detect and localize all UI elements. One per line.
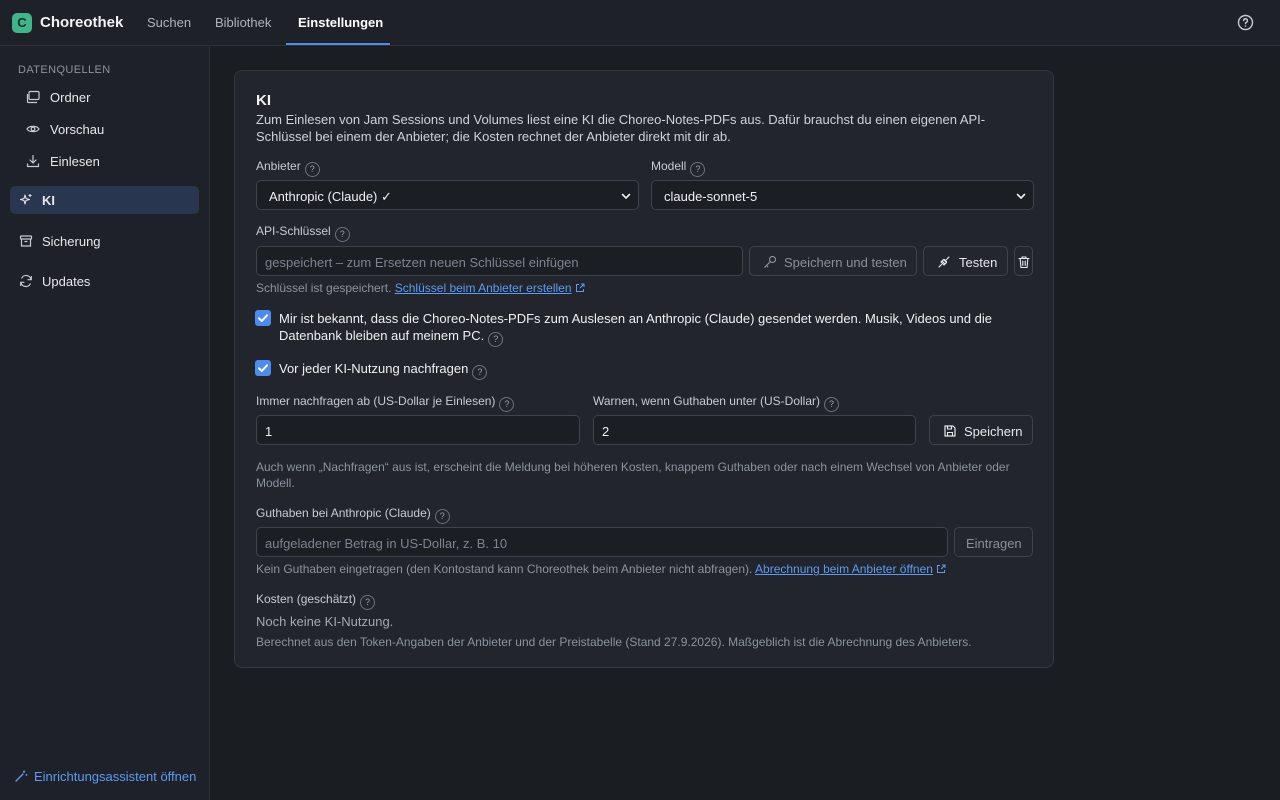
sidebar-section-label: DATENQUELLEN [18,64,111,76]
costs-hint: Berechnet aus den Token-Angaben der Anbi… [256,635,972,649]
sidebar-item-label: KI [42,193,55,208]
balance-hint: Kein Guthaben eingetragen (den Kontostan… [256,561,946,577]
sidebar-item-label: Einlesen [50,154,100,169]
download-icon [26,154,40,168]
ask-threshold-label: Immer nachfragen ab (US-Dollar je Einles… [256,394,515,412]
sidebar-item-label: Sicherung [42,234,101,249]
sidebar-item-einlesen[interactable]: Einlesen [10,147,199,175]
model-select[interactable]: claude-sonnet-5 [651,180,1034,210]
warn-threshold-help-icon[interactable]: ? [824,397,839,412]
save-and-test-button[interactable]: Speichern und testen [749,246,917,276]
provider-help-icon[interactable]: ? [304,162,320,177]
delete-key-button[interactable] [1014,246,1033,276]
threshold-hint: Auch wenn „Nachfragen“ aus ist, erschein… [256,460,1010,490]
model-label: Modell? [651,159,706,177]
balance-help-icon[interactable]: ? [434,509,450,524]
test-label: Testen [959,255,998,270]
sidebar-item-ordner[interactable]: Ordner [10,83,199,111]
provider-select[interactable]: Anthropic (Claude) ✓ [256,180,639,210]
sidebar-item-label: Updates [42,274,91,289]
top-bar: C Choreothek Suchen Bibliothek Einstellu… [0,0,1280,46]
sidebar-item-vorschau[interactable]: Vorschau [10,115,199,143]
archive-icon [19,234,33,248]
warn-threshold-input[interactable]: 2 [593,415,916,445]
sparkles-icon [19,193,33,207]
tab-suchen[interactable]: Suchen [147,15,191,30]
test-button[interactable]: Testen [923,246,1008,276]
api-key-help-icon[interactable]: ? [334,227,350,242]
balance-input[interactable]: aufgeladener Betrag in US-Dollar, z. B. … [256,527,948,557]
model-value: claude-sonnet-5 [664,189,758,204]
enter-balance-button[interactable]: Eintragen [954,527,1033,557]
ask-before-checkbox[interactable] [255,360,271,376]
sidebar-item-sicherung[interactable]: Sicherung [10,227,199,255]
app-logo-icon: C [12,13,32,33]
api-key-input[interactable]: gespeichert – zum Ersetzen neuen Schlüss… [256,246,743,276]
trash-icon [1017,255,1031,269]
tab-einstellungen[interactable]: Einstellungen [298,15,383,30]
provider-value: Anthropic (Claude) ✓ [269,189,392,204]
section-description: Zum Einlesen von Jam Sessions und Volume… [256,112,986,144]
balance-placeholder: aufgeladener Betrag in US-Dollar, z. B. … [265,536,508,551]
sidebar-item-ki[interactable]: KI [10,186,199,214]
consent-help-icon[interactable]: ? [488,332,504,347]
sidebar-item-label: Vorschau [50,122,105,137]
ki-settings-card: KI Zum Einlesen von Jam Sessions und Vol… [234,70,1054,668]
key-icon [763,255,777,269]
model-help-icon[interactable]: ? [690,162,706,177]
section-title: KI [256,92,271,109]
balance-label: Guthaben bei Anthropic (Claude)? [256,506,450,524]
sidebar-item-updates[interactable]: Updates [10,267,199,295]
ask-threshold-input[interactable]: 1 [256,415,580,445]
tab-bibliothek[interactable]: Bibliothek [215,15,271,30]
warn-threshold-value: 2 [602,424,610,439]
check-icon [258,314,268,322]
refresh-icon [19,274,33,288]
eye-icon [26,122,40,136]
setup-wizard-label: Einrichtungsassistent öffnen [34,769,197,784]
external-link-icon [936,564,946,574]
costs-value: Noch keine KI-Nutzung. [256,614,394,629]
sidebar-item-label: Ordner [50,90,91,105]
chevron-down-icon [1015,190,1027,202]
ask-before-help-icon[interactable]: ? [472,365,488,380]
ask-before-label: Vor jeder KI-Nutzung nachfragen? [279,360,488,380]
save-button[interactable]: Speichern [929,415,1033,445]
active-tab-indicator [286,43,390,45]
folders-icon [26,90,40,104]
ask-threshold-value: 1 [265,424,273,439]
magic-wand-icon [14,769,28,783]
help-circle-icon[interactable] [1237,14,1254,31]
api-key-status: Schlüssel ist gespeichert. Schlüssel bei… [256,280,585,296]
ask-threshold-help-icon[interactable]: ? [499,397,515,412]
external-link-icon [575,283,585,293]
billing-link[interactable]: Abrechnung beim Anbieter öffnen [755,562,933,576]
chevron-down-icon [620,190,632,202]
api-key-label: API-Schlüssel? [256,224,350,242]
plug-icon [937,255,951,269]
consent-label: Mir ist bekannt, dass die Choreo-Notes-P… [279,310,1024,347]
check-icon [258,364,268,372]
consent-checkbox[interactable] [255,310,271,326]
save-icon [943,424,957,438]
costs-label: Kosten (geschätzt)? [256,592,376,610]
enter-balance-label: Eintragen [966,536,1022,551]
save-label: Speichern [964,424,1023,439]
warn-threshold-label: Warnen, wenn Guthaben unter (US-Dollar)? [593,394,839,412]
api-key-placeholder: gespeichert – zum Ersetzen neuen Schlüss… [265,255,579,270]
provider-label: Anbieter? [256,159,320,177]
sidebar: DATENQUELLEN Ordner Vorschau Einlesen KI… [0,46,210,800]
create-key-link[interactable]: Schlüssel beim Anbieter erstellen [395,281,572,295]
costs-help-icon[interactable]: ? [360,595,376,610]
app-title: Choreothek [40,14,124,31]
save-and-test-label: Speichern und testen [784,255,907,270]
